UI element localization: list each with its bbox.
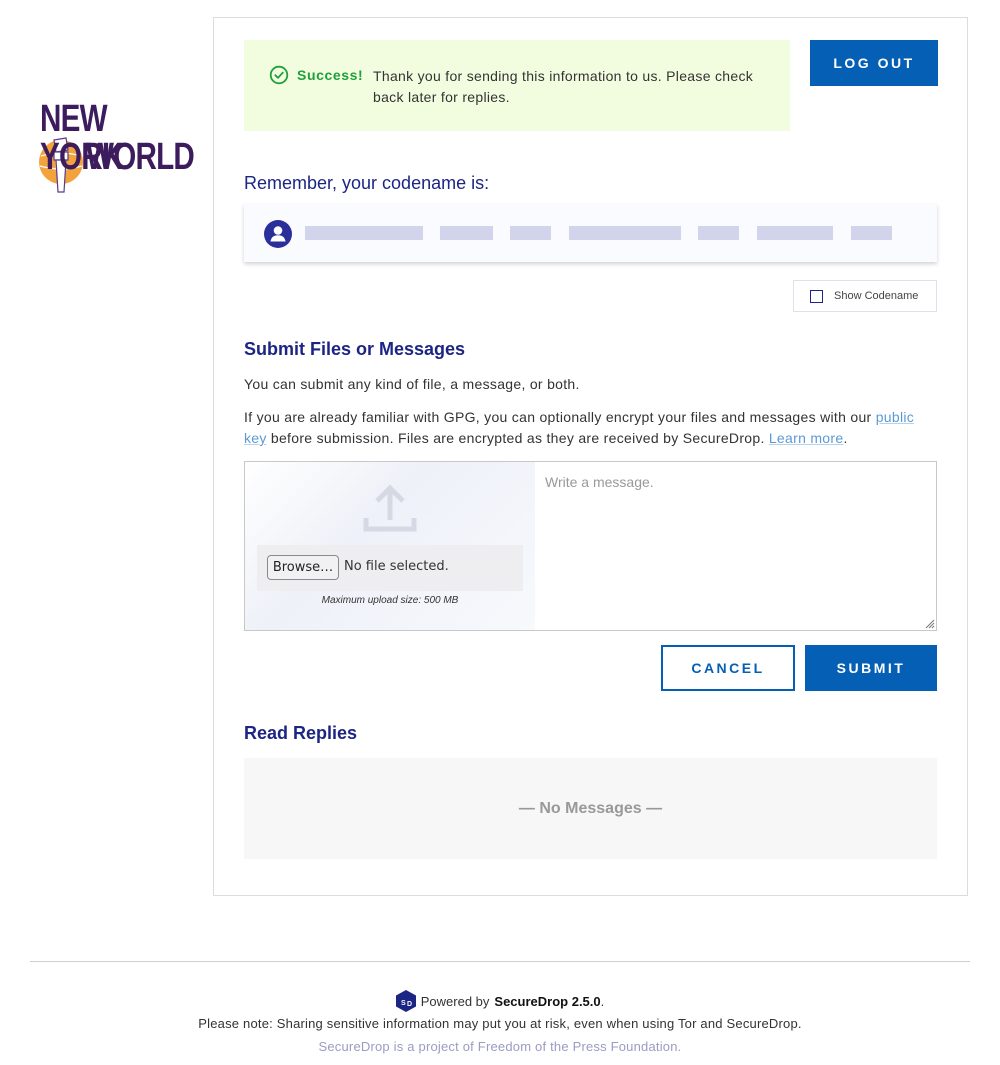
- fpf-project-note: SecureDrop is a project of Freedom of th…: [318, 1039, 682, 1054]
- gpg-text: .: [843, 430, 848, 446]
- file-upload-pane: Browse… No file selected. Maximum upload…: [245, 462, 535, 630]
- file-status: No file selected.: [344, 559, 449, 574]
- logo-text-line2: WORLD: [86, 136, 195, 178]
- submit-section-heading: Submit Files or Messages: [244, 339, 466, 359]
- risk-warning: Please note: Sharing sensitive informati…: [198, 1016, 802, 1031]
- cancel-button[interactable]: Cancel: [661, 645, 795, 691]
- codename-word-redacted: [851, 226, 892, 240]
- submission-form: Browse… No file selected. Maximum upload…: [244, 461, 937, 631]
- codename-display: [244, 204, 937, 262]
- logout-button[interactable]: Log Out: [810, 40, 938, 86]
- powered-by-text: Powered by: [420, 993, 490, 1009]
- codename-word-redacted: [440, 226, 493, 240]
- gpg-text: before submission. Files are encrypted a…: [266, 430, 769, 446]
- footer-divider: [30, 961, 970, 962]
- flash-title: Success!: [297, 67, 364, 83]
- powered-by: S D Powered by SecureDrop 2.5.0.: [0, 990, 1000, 1012]
- svg-text:D: D: [407, 1001, 412, 1008]
- powered-by-period: .: [600, 993, 605, 1009]
- flash-message: Thank you for sending this information t…: [373, 68, 754, 105]
- no-messages-placeholder: — No Messages —: [244, 758, 937, 859]
- resize-grip-icon[interactable]: [925, 619, 935, 629]
- replies-heading: Read Replies: [244, 723, 358, 743]
- check-circle-icon: [269, 65, 289, 85]
- message-textarea[interactable]: [535, 462, 936, 630]
- codename-word-redacted: [698, 226, 739, 240]
- securedrop-logo-icon: S D: [395, 990, 416, 1012]
- codename-word-redacted: [305, 226, 423, 240]
- codename-word-redacted: [510, 226, 551, 240]
- submit-intro-text: You can submit any kind of file, a messa…: [244, 376, 580, 392]
- gpg-info-text: If you are already familiar with GPG, yo…: [244, 407, 934, 449]
- svg-text:S: S: [401, 1000, 406, 1007]
- show-codename-toggle[interactable]: Show Codename: [793, 280, 937, 312]
- site-logo: NEW YORK WORLD: [34, 98, 195, 198]
- file-input[interactable]: Browse… No file selected.: [257, 545, 523, 591]
- user-avatar-icon: [264, 220, 292, 248]
- submit-button[interactable]: Submit: [805, 645, 937, 691]
- main-panel: Success! Thank you for sending this info…: [213, 17, 968, 896]
- learn-more-link[interactable]: Learn more: [769, 430, 844, 446]
- success-flash: Success! Thank you for sending this info…: [244, 40, 790, 131]
- codename-word-redacted: [569, 226, 681, 240]
- show-codename-label: Show Codename: [834, 290, 919, 302]
- show-codename-checkbox[interactable]: [810, 289, 823, 303]
- upload-icon: [363, 484, 417, 532]
- securedrop-version: SecureDrop 2.5.0: [494, 993, 601, 1009]
- codename-label: Remember, your codename is:: [244, 173, 490, 193]
- max-upload-size: Maximum upload size: 500 MB: [321, 595, 459, 606]
- browse-button[interactable]: Browse…: [267, 555, 339, 580]
- codename-word-redacted: [757, 226, 833, 240]
- gpg-text: If you are already familiar with GPG, yo…: [244, 409, 876, 425]
